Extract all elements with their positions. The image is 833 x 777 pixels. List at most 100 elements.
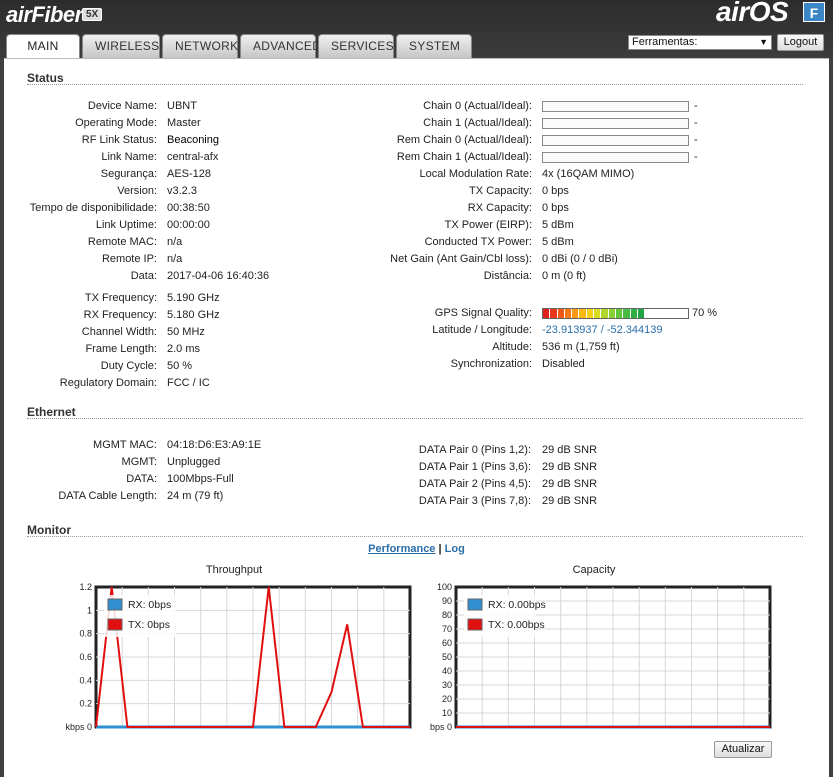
field-value: 0 dBi (0 / 0 dBi) [542,253,618,265]
chart-tick-label: 1 [87,605,92,615]
gps-bar-segment [557,309,565,318]
log-link[interactable]: Log [445,543,465,555]
chart-tick-label: 20 [442,694,452,704]
field-label: Frame Length: [85,343,157,355]
field-label: Chain 0 (Actual/Ideal): [423,100,532,112]
field-value: 2.0 ms [167,343,201,355]
field-label: DATA Cable Length: [58,490,157,502]
gps-bar-segment [594,309,602,318]
chart-tick-label: 100 [437,582,452,592]
throughput-chart: kbps 0 0.2 0.4 0.6 0.8 1 1.2 RX: 0bps TX: 0bps [65,582,412,732]
tools-select[interactable]: Ferramentas: ▼ [628,35,772,50]
chain-signal-value: - [694,117,698,129]
field-value[interactable]: -23.913937 / -52.344139 [542,324,663,338]
field-label: Distância: [483,270,532,282]
brand-badge: 5X [82,8,103,21]
field-value: Master [167,117,201,129]
field-value: Beaconing [167,134,219,146]
chain-signal-value: - [694,134,698,146]
tab-system[interactable]: SYSTEM [396,34,472,58]
field-value: 0 m (0 ft) [542,270,587,282]
tab-main[interactable]: MAIN [6,34,80,60]
chain-signal-bar [542,152,689,163]
chart-tick-label: 80 [442,610,452,620]
chart-tick-label: bps 0 [430,722,452,732]
field-label: Remote MAC: [87,236,157,248]
chain-signal-value: - [694,151,698,163]
main-tabs: MAIN WIRELESS NETWORK ADVANCED SERVICES … [6,34,474,60]
field-label: DATA Pair 2 (Pins 4,5): [418,478,531,490]
capacity-chart: bps 0 10 20 30 40 50 60 70 80 90 100 RX: 0.00bps TX:… [430,582,772,732]
chart-tick-label: kbps 0 [65,722,92,732]
gps-bar-segment [630,309,638,318]
field-label: Local Modulation Rate: [419,168,532,180]
logout-button[interactable]: Logout [777,34,824,51]
tab-network[interactable]: NETWORK [162,34,238,58]
ethernet-divider [27,418,803,419]
field-label: RX Capacity: [467,202,532,214]
gps-signal-bar [542,308,689,319]
field-label: Conducted TX Power: [424,236,532,248]
field-value: 24 m (79 ft) [167,490,224,502]
chart-tick-label: 30 [442,680,452,690]
field-value: 29 dB SNR [542,478,598,490]
field-value: 29 dB SNR [542,444,598,456]
field-label: Duty Cycle: [100,360,157,372]
os-badge: F [803,2,825,22]
field-label: DATA Pair 3 (Pins 7,8): [418,495,531,507]
tab-advanced[interactable]: ADVANCED [240,34,321,58]
field-value: 50 % [167,360,193,372]
chart-legend-swatch [467,598,483,611]
gps-bar-segment [586,309,595,318]
os-logo: airOS [716,0,789,27]
field-label: Link Uptime: [95,219,157,231]
chart-legend-label: RX: 0.00bps [488,599,546,611]
monitor-section-title: Monitor [27,523,71,537]
field-value: AES-128 [167,168,212,180]
field-label: DATA: [126,473,157,485]
chart-tick-label: 0.8 [79,629,92,639]
chain-signal-bar [542,135,689,146]
chevron-down-icon: ▼ [759,37,768,47]
field-label: RF Link Status: [81,134,157,146]
field-label: Net Gain (Ant Gain/Cbl loss): [390,253,532,265]
field-value: v3.2.3 [167,185,197,197]
field-label: Chain 1 (Actual/Ideal): [423,117,532,129]
field-label: TX Power (EIRP): [444,219,532,231]
field-label: Remote IP: [101,253,157,265]
chart-legend-label: RX: 0bps [128,599,171,611]
field-label: Version: [117,185,157,197]
tab-services[interactable]: SERVICES [318,34,394,58]
tab-wireless[interactable]: WIRELESS [82,34,160,58]
refresh-button[interactable]: Atualizar [714,741,772,758]
chart-tick-label: 1.2 [79,582,92,592]
field-value: Unplugged [167,456,221,468]
gps-bar-segment [637,309,646,318]
tools-select-value: Ferramentas: [632,36,698,48]
gps-signal-value: 70 % [692,307,718,319]
field-value: 536 m (1,759 ft) [542,341,620,353]
chart-tick-label: 70 [442,624,452,634]
performance-link[interactable]: Performance [368,543,435,555]
chain-signal-bar [542,101,689,112]
field-value: 0 bps [542,202,569,214]
field-value: 5.180 GHz [167,309,220,321]
field-label: MGMT: [121,456,157,468]
chart-tick-label: 10 [442,708,452,718]
throughput-chart-title: Throughput [205,564,263,576]
field-label: Rem Chain 1 (Actual/Ideal): [396,151,532,163]
field-label: MGMT MAC: [93,439,157,451]
chain-signal-value: - [694,100,698,112]
chart-legend-swatch [467,618,483,631]
gps-bar-segment [623,309,631,318]
field-label: GPS Signal Quality: [434,307,532,319]
chart-tick-label: 40 [442,666,452,676]
gps-bar-segment [601,309,609,318]
field-value: n/a [167,236,183,248]
monitor-links: Performance | Log [4,543,829,555]
chart-tick-label: 50 [442,652,452,662]
field-value: 29 dB SNR [542,461,598,473]
field-label: Synchronization: [450,358,532,370]
field-label: RX Frequency: [83,309,157,321]
chart-legend-label: TX: 0.00bps [488,619,545,631]
